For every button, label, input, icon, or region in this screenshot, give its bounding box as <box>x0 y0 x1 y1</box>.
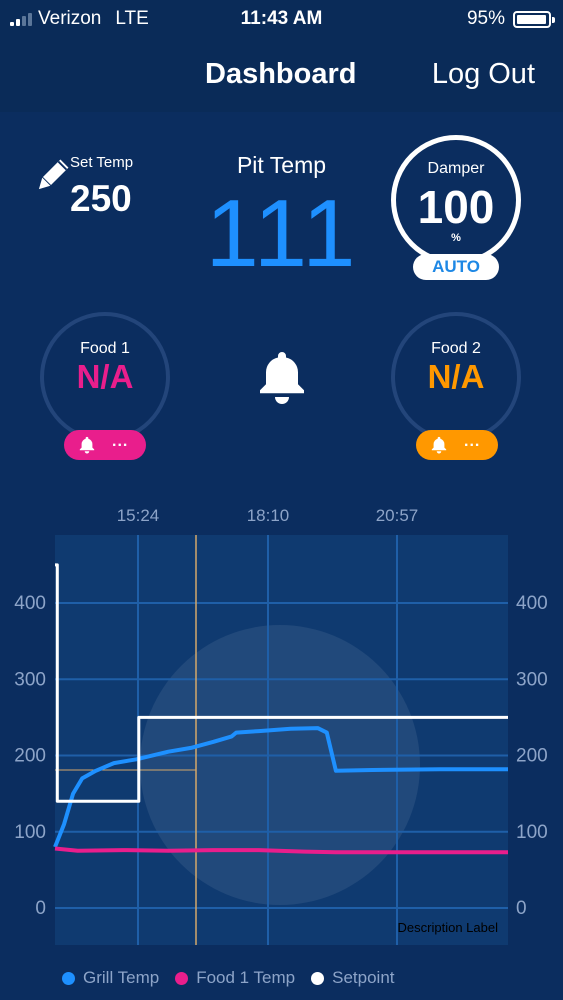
logout-button[interactable]: Log Out <box>432 58 535 91</box>
x-tick-label: 20:57 <box>376 506 419 525</box>
legend-label-grill: Grill Temp <box>83 968 160 987</box>
chart-legend: Grill Temp Food 1 Temp Setpoint <box>62 968 395 988</box>
damper-gauge[interactable]: Damper 100 % <box>391 135 521 265</box>
damper-label: Damper <box>427 160 485 177</box>
y-tick-label-left: 400 <box>14 593 46 614</box>
y-tick-label-right: 400 <box>516 593 548 614</box>
alarm-bell-icon[interactable] <box>256 350 308 408</box>
temperature-chart[interactable]: 15:24 18:10 20:57 400 300 200 100 0 400 300 200 1… <box>0 495 563 955</box>
legend-dot-food1 <box>175 971 189 985</box>
food2-value: N/A <box>427 358 485 395</box>
food1-more-icon: ... <box>112 433 129 450</box>
damper-value: 100 <box>417 181 495 233</box>
damper-auto-badge[interactable]: AUTO <box>413 254 499 280</box>
legend-label-setpoint: Setpoint <box>332 968 395 987</box>
food1-label: Food 1 <box>80 340 130 357</box>
food2-gauge[interactable]: Food 2 N/A <box>391 312 521 442</box>
nav-bar: Dashboard Log Out <box>0 40 563 112</box>
y-tick-label-left: 200 <box>14 746 46 767</box>
legend-label-food1: Food 1 Temp <box>196 968 296 987</box>
y-tick-label-left: 300 <box>14 669 46 690</box>
y-tick-label-right: 300 <box>516 669 548 690</box>
legend-item-grill: Grill Temp <box>62 968 159 988</box>
status-bar: Verizon LTE 11:43 AM 95% <box>0 0 563 40</box>
page-title: Dashboard <box>205 58 357 90</box>
legend-item-food1: Food 1 Temp <box>175 968 295 988</box>
food2-label: Food 2 <box>431 340 481 357</box>
y-tick-label-right: 100 <box>516 822 548 843</box>
x-tick-label: 18:10 <box>247 506 290 525</box>
battery-percent: 95% <box>466 8 505 29</box>
x-tick-label: 15:24 <box>117 506 160 525</box>
bell-icon <box>431 436 447 454</box>
chart-svg: 15:24 18:10 20:57 400 300 200 100 0 400 300 200 1… <box>14 506 548 945</box>
legend-dot-grill <box>62 971 75 985</box>
chart-description-label: Description Label <box>398 920 499 935</box>
food1-alarm-button[interactable]: ... <box>64 430 146 460</box>
bell-icon <box>79 436 95 454</box>
y-tick-label-left: 0 <box>35 898 46 919</box>
legend-dot-setpoint <box>311 971 325 985</box>
damper-unit: % <box>451 232 461 244</box>
food2-more-icon: ... <box>464 433 481 450</box>
y-tick-label-right: 0 <box>516 898 527 919</box>
food2-alarm-button[interactable]: ... <box>416 430 498 460</box>
food1-value: N/A <box>76 358 134 395</box>
y-tick-label-right: 200 <box>516 746 548 767</box>
battery-fill <box>517 14 546 24</box>
mascot-watermark <box>140 625 420 905</box>
battery-info: 95% <box>466 8 555 30</box>
legend-item-setpoint: Setpoint <box>311 968 395 988</box>
y-tick-label-left: 100 <box>14 822 46 843</box>
food1-gauge[interactable]: Food 1 N/A <box>40 312 170 442</box>
battery-icon <box>513 10 555 28</box>
